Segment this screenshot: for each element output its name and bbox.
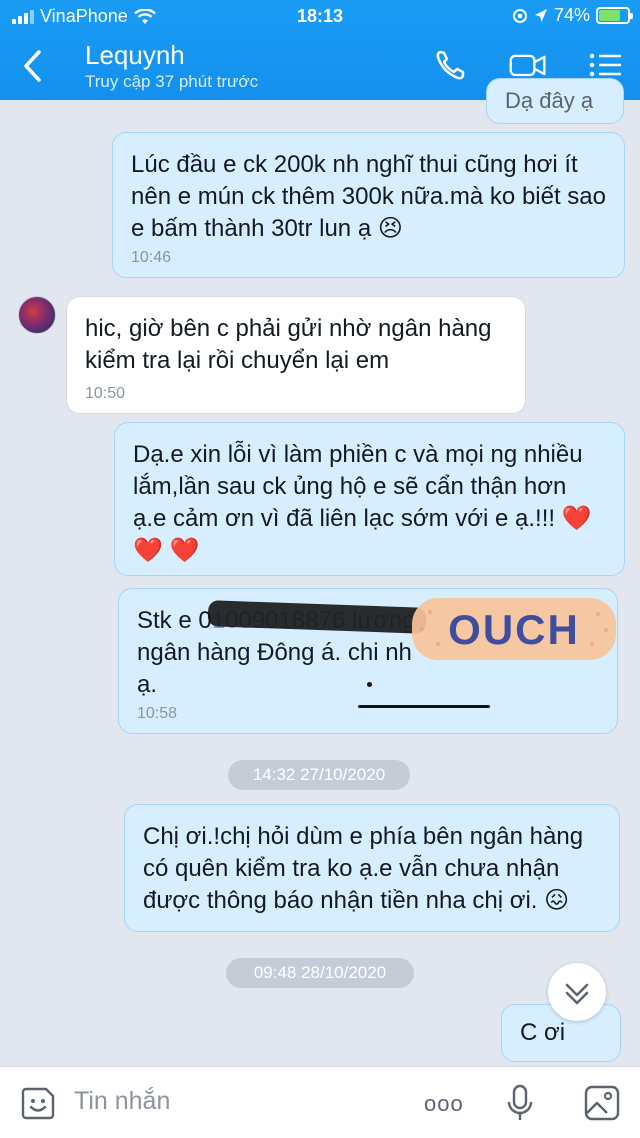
account-prefix: Stk e 0: [137, 607, 212, 634]
message-bubble-partial[interactable]: Dạ đây ạ: [486, 78, 624, 124]
menu-icon[interactable]: [585, 48, 625, 82]
phone-call-icon[interactable]: [432, 48, 472, 82]
message-input[interactable]: Tin nhắn: [74, 1087, 170, 1116]
contact-last-seen: Truy cập 37 phút trước: [85, 72, 259, 91]
message-text: hic, giờ bên c phải gửi nhờ ngân hàng ki…: [85, 315, 492, 374]
message-composer: Tin nhắn ooo: [0, 1066, 640, 1138]
ouch-sticker: OUCH: [412, 598, 616, 660]
location-icon: [534, 8, 547, 22]
more-options-icon[interactable]: ooo: [424, 1091, 464, 1117]
message-bubble-sent[interactable]: Lúc đầu e ck 200k nh nghĩ thui cũng hơi …: [112, 132, 625, 278]
status-bar: VinaPhone 18:13 74%: [0, 0, 640, 34]
sticker-text: OUCH: [448, 606, 580, 653]
status-right: 74%: [512, 5, 633, 26]
message-time: 10:46: [131, 249, 172, 266]
chevrons-down-icon: [565, 983, 589, 1005]
date-separator: 14:32 27/10/2020: [228, 760, 410, 790]
contact-name[interactable]: Lequynh: [85, 40, 185, 71]
scroll-to-bottom-button[interactable]: [548, 963, 606, 1021]
avatar[interactable]: [18, 296, 56, 334]
orientation-lock-icon: [512, 8, 527, 23]
message-time: 10:58: [137, 705, 178, 722]
back-icon[interactable]: [18, 48, 48, 84]
image-gallery-icon[interactable]: [582, 1083, 622, 1123]
redaction-line: [358, 705, 490, 708]
sticker-icon[interactable]: [20, 1085, 56, 1121]
message-time: 10:50: [85, 385, 126, 402]
video-call-icon[interactable]: [508, 48, 548, 82]
message-bubble-sent[interactable]: Chị ơi.!chị hỏi dùm e phía bên ngân hàng…: [124, 804, 620, 932]
message-bubble-received[interactable]: hic, giờ bên c phải gửi nhờ ngân hàng ki…: [66, 296, 526, 414]
battery-percent: 74%: [553, 5, 590, 25]
redaction-mark: [367, 682, 372, 687]
message-text: Dạ.e xin lỗi vì làm phiền c và mọi ng nh…: [133, 441, 592, 564]
message-text: Chị ơi.!chị hỏi dùm e phía bên ngân hàng…: [143, 823, 584, 914]
message-text: Dạ đây ạ: [505, 88, 594, 113]
message-text: C ơi: [520, 1019, 566, 1046]
message-bubble-sent[interactable]: Dạ.e xin lỗi vì làm phiền c và mọi ng nh…: [114, 422, 625, 576]
message-text: Lúc đầu e ck 200k nh nghĩ thui cũng hơi …: [131, 151, 606, 242]
microphone-icon[interactable]: [506, 1083, 534, 1123]
battery-icon: [596, 7, 633, 24]
date-separator: 09:48 28/10/2020: [226, 958, 414, 988]
